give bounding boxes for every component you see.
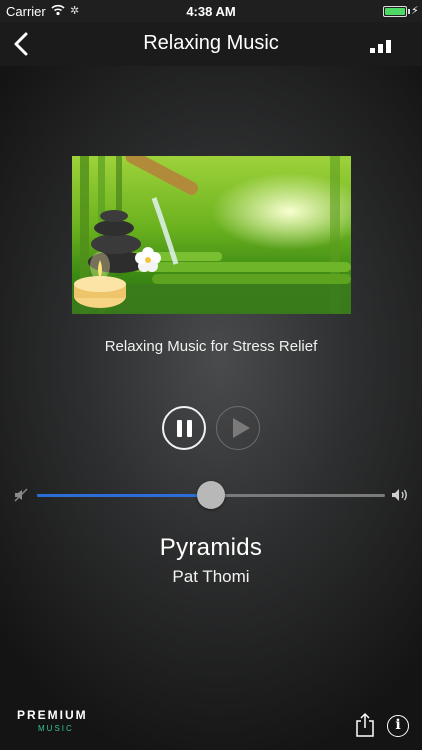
artist-name: Pat Thomi <box>172 567 250 586</box>
album-title: Relaxing Music for Stress Relief <box>104 338 318 355</box>
signal-bars-icon[interactable] <box>370 38 394 54</box>
info-icon[interactable]: i <box>387 715 409 737</box>
volume-slider-fill <box>37 494 211 497</box>
status-bar: Carrier ✲ 4:38 AM ⚡ <box>0 0 422 22</box>
charging-icon: ⚡ <box>411 5 419 17</box>
page-title: Relaxing Music <box>143 32 279 54</box>
brand-logo-music: MUSIC <box>38 724 74 733</box>
volume-slider[interactable] <box>37 481 385 509</box>
pause-icon <box>177 420 182 437</box>
share-icon[interactable] <box>354 712 376 738</box>
brand-logo-premium: PREMIUM <box>17 708 88 722</box>
status-time: 4:38 AM <box>186 4 236 19</box>
zen-stones-bamboo-image <box>72 156 351 314</box>
volume-slider-thumb[interactable] <box>197 481 225 509</box>
play-icon <box>233 418 250 438</box>
play-button[interactable] <box>216 406 260 450</box>
track-title: Pyramids <box>159 534 263 561</box>
album-artwork <box>72 156 351 314</box>
volume-mute-icon <box>14 488 28 502</box>
pause-button[interactable] <box>162 406 206 450</box>
battery-icon <box>383 6 407 17</box>
nav-bar: Relaxing Music <box>0 22 422 66</box>
volume-max-icon <box>392 489 407 501</box>
